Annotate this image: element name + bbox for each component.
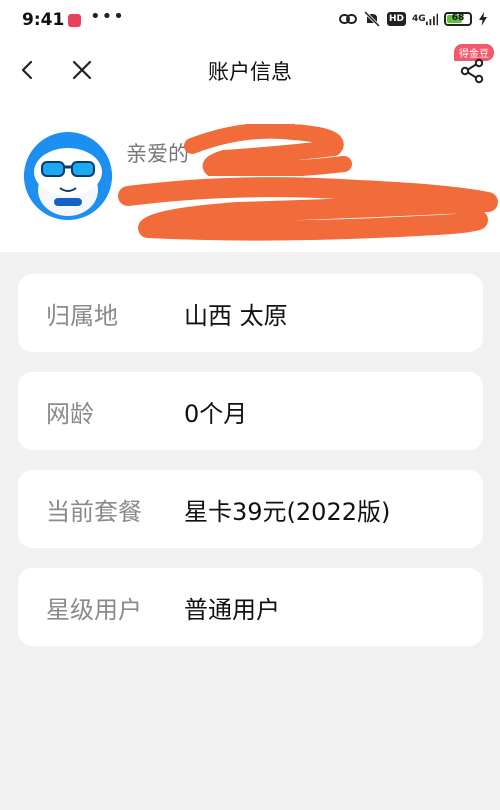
info-value: 0个月 [184,399,248,428]
profile-header: 亲爱的 [0,96,500,252]
hd-icon: HD [386,12,406,26]
share-icon [460,58,484,84]
info-label: 当前套餐 [46,497,142,526]
signal-icon: 4G [412,11,438,27]
greeting-text: 亲爱的 [126,142,189,166]
info-label: 归属地 [46,301,118,330]
redaction-scribble [184,124,352,176]
mute-icon [363,11,381,27]
more-notifications-icon: ••• [90,6,125,27]
nav-bar: 账户信息 得金豆 [0,44,500,96]
info-label: 星级用户 [46,595,142,624]
status-time: 9:41 [22,10,65,30]
info-card-location: 归属地 山西 太原 [18,274,483,352]
status-bar: 9:41 ••• HD 4G 68 [0,0,500,44]
battery-icon: 68 [444,12,472,26]
info-value: 星卡39元(2022版) [184,497,391,526]
info-card-star-level: 星级用户 普通用户 [18,568,483,646]
link-icon [338,11,357,27]
share-button[interactable] [458,56,486,84]
mascot-avatar-icon [24,132,112,220]
info-label: 网龄 [46,399,94,428]
info-value: 山西 太原 [184,301,288,330]
network-type: 4G [412,14,426,24]
info-card-plan: 当前套餐 星卡39元(2022版) [18,470,483,548]
redaction-scribble [118,177,498,241]
system-icons: HD 4G 68 [338,11,488,27]
info-value: 普通用户 [184,595,280,624]
charging-icon [478,11,488,27]
page-title: 账户信息 [208,60,292,84]
notification-app-icon [68,14,81,27]
battery-level: 68 [451,13,465,23]
info-card-tenure: 网龄 0个月 [18,372,483,450]
account-info-list: 归属地 山西 太原 网龄 0个月 当前套餐 星卡39元(2022版) 星级用户 … [18,274,483,666]
avatar[interactable] [24,132,112,220]
